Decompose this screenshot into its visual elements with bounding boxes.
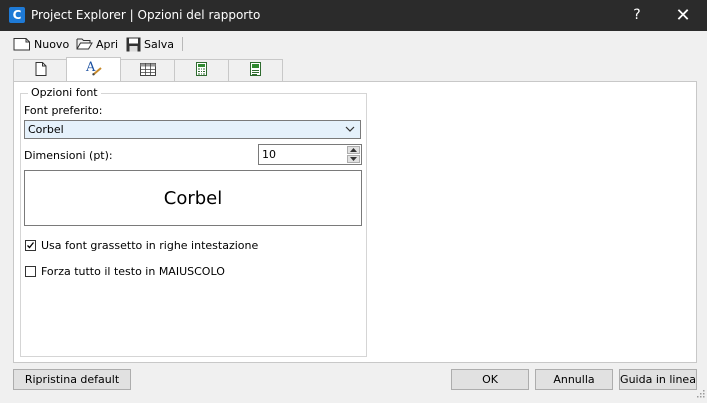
bold-header-label: Usa font grassetto in righe intestazione <box>41 239 259 252</box>
new-button[interactable]: Nuovo <box>13 34 69 54</box>
preferred-font-label: Font preferito: <box>24 104 103 117</box>
group-title: Opzioni font <box>28 86 101 99</box>
tab-calculator[interactable] <box>174 59 229 81</box>
spin-up-icon[interactable] <box>347 146 360 154</box>
close-button[interactable]: ✕ <box>661 0 705 31</box>
title-bar: C Project Explorer | Opzioni del rapport… <box>0 0 707 31</box>
tab-panel-font: Opzioni font Font preferito: Corbel Dime… <box>13 81 697 363</box>
toolbar: Nuovo Apri Salva <box>0 31 707 56</box>
preferred-font-value: Corbel <box>28 123 64 136</box>
cancel-button[interactable]: Annulla <box>535 369 613 390</box>
reset-defaults-button[interactable]: Ripristina default <box>13 369 131 390</box>
size-label: Dimensioni (pt): <box>24 149 113 162</box>
document-green-icon <box>250 62 261 79</box>
size-stepper[interactable]: 10 <box>258 144 362 165</box>
open-button[interactable]: Apri <box>76 34 118 54</box>
font-options-group: Opzioni font Font preferito: Corbel Dime… <box>20 86 367 357</box>
tab-general[interactable] <box>13 59 68 81</box>
open-label: Apri <box>96 37 119 51</box>
page-icon <box>35 62 47 79</box>
size-value: 10 <box>262 148 276 161</box>
font-icon: A <box>85 60 103 79</box>
bold-header-option[interactable]: Usa font grassetto in righe intestazione <box>25 239 258 252</box>
checkmark-icon <box>27 242 35 249</box>
spin-down-icon[interactable] <box>347 155 360 163</box>
new-document-icon <box>13 37 31 51</box>
tab-summary[interactable] <box>228 59 283 81</box>
toolbar-separator <box>182 37 183 51</box>
uppercase-option[interactable]: Forza tutto il testo in MAIUSCOLO <box>25 265 225 278</box>
ok-button[interactable]: OK <box>451 369 529 390</box>
preferred-font-select[interactable]: Corbel <box>24 120 361 139</box>
bold-header-checkbox[interactable] <box>25 240 36 251</box>
app-icon: C <box>9 7 25 23</box>
chevron-down-icon <box>345 124 355 137</box>
help-button[interactable]: ? <box>615 0 659 31</box>
floppy-disk-icon <box>126 37 141 52</box>
table-icon <box>139 62 156 79</box>
folder-open-icon <box>76 37 93 51</box>
tab-table[interactable] <box>120 59 175 81</box>
uppercase-label: Forza tutto il testo in MAIUSCOLO <box>41 265 225 278</box>
window-title: Project Explorer | Opzioni del rapporto <box>31 8 261 22</box>
resize-grip-icon[interactable] <box>695 388 705 401</box>
online-help-button[interactable]: Guida in linea <box>619 369 697 390</box>
tab-font[interactable]: A <box>66 57 121 81</box>
save-label: Salva <box>144 37 175 51</box>
new-label: Nuovo <box>34 37 70 51</box>
font-preview: Corbel <box>24 170 362 226</box>
save-button[interactable]: Salva <box>126 34 174 54</box>
calculator-icon <box>196 62 207 79</box>
uppercase-checkbox[interactable] <box>25 266 36 277</box>
